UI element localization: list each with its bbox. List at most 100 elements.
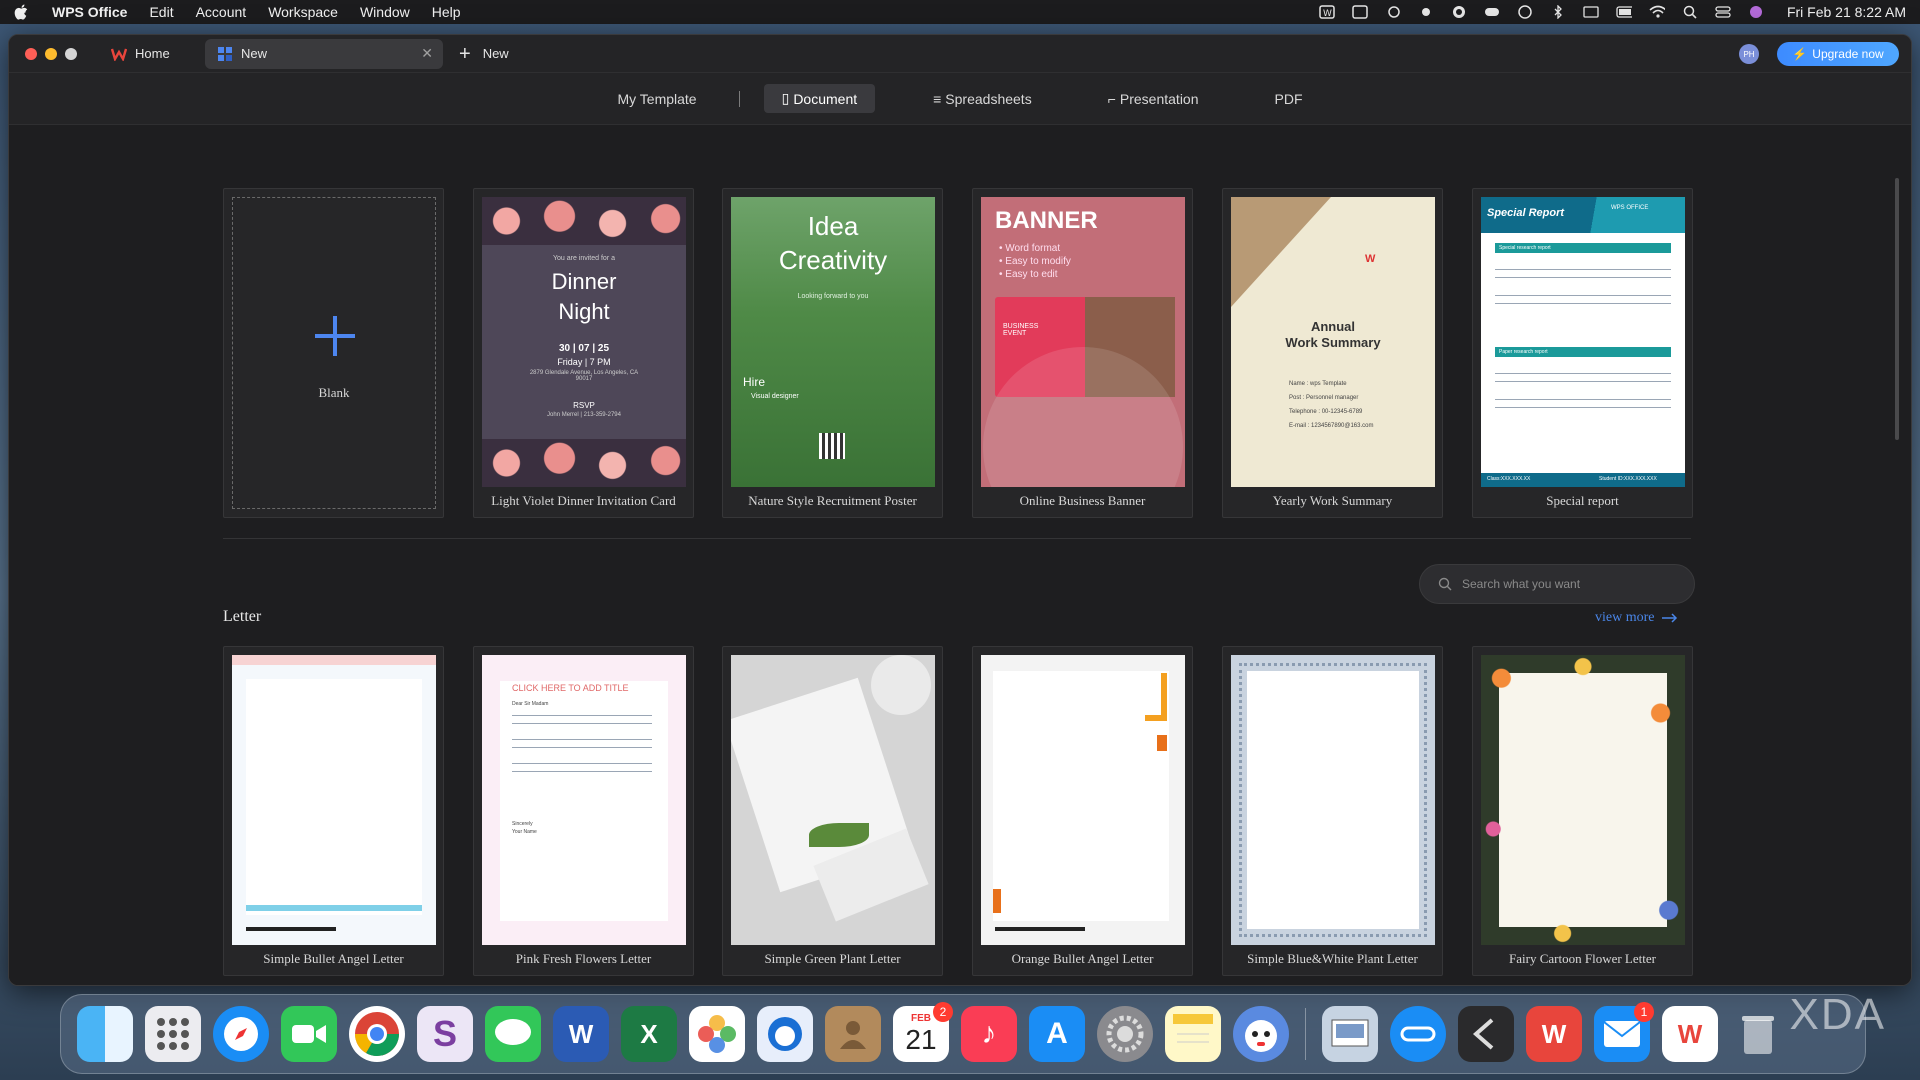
tab-new[interactable]: New ✕ — [205, 38, 443, 69]
plus-icon: + — [459, 42, 471, 65]
screenflow-icon[interactable]: S — [417, 1006, 473, 1062]
control-center-icon[interactable] — [1715, 5, 1731, 19]
leaf-image — [809, 823, 869, 847]
preview-icon[interactable] — [1322, 1006, 1378, 1062]
messages-icon[interactable] — [485, 1006, 541, 1062]
display-icon[interactable] — [1583, 5, 1599, 19]
excel-icon[interactable]: X — [621, 1006, 677, 1062]
template-card-nature[interactable]: Idea Creativity Looking forward to you H… — [722, 188, 943, 518]
siri-icon[interactable] — [1748, 5, 1764, 19]
avatar[interactable]: PH — [1739, 44, 1759, 64]
facetime-icon[interactable] — [281, 1006, 337, 1062]
safari-icon[interactable] — [213, 1006, 269, 1062]
template-card-annual[interactable]: W Annual Work Summary Name : wps Templat… — [1222, 188, 1443, 518]
system-settings-icon[interactable] — [1097, 1006, 1153, 1062]
tab-pdf[interactable]: PDF — [1257, 85, 1321, 113]
template-card-pink-flowers[interactable]: CLICK HERE TO ADD TITLE Dear Sir Madam S… — [473, 646, 694, 976]
apple-icon[interactable] — [14, 4, 30, 20]
thumb-text: Telephone : 00-12345-6789 — [1289, 409, 1363, 415]
template-card-green-plant[interactable]: Simple Green Plant Letter — [722, 646, 943, 976]
view-more-link[interactable]: view more — [1595, 610, 1678, 626]
menu-app-name[interactable]: WPS Office — [52, 4, 127, 20]
bulldog-app-icon[interactable] — [1233, 1006, 1289, 1062]
new-tab-button[interactable]: + New — [459, 44, 509, 64]
decorative-band — [232, 655, 436, 665]
word-icon[interactable]: W — [553, 1006, 609, 1062]
tab-presentation[interactable]: ⌐ Presentation — [1090, 85, 1217, 113]
arrow-right-icon — [1662, 613, 1678, 623]
wps-logo-icon: W — [1365, 253, 1376, 265]
mail-icon[interactable]: 1 — [1594, 1002, 1654, 1062]
svg-text:W: W — [1323, 9, 1332, 19]
brightness-icon[interactable] — [1418, 5, 1434, 19]
thumb-text: CLICK HERE TO ADD TITLE — [512, 683, 629, 693]
search-icon — [1438, 577, 1452, 591]
menu-window[interactable]: Window — [360, 4, 410, 20]
wps-tray-icon[interactable]: W — [1319, 5, 1335, 19]
upgrade-button[interactable]: ⚡ Upgrade now — [1777, 42, 1899, 66]
window-controls — [25, 47, 77, 60]
lightning-icon: ⚡ — [1792, 47, 1808, 61]
template-label: Pink Fresh Flowers Letter — [515, 951, 652, 966]
template-card-special[interactable]: Special Report WPS OFFICE Special resear… — [1472, 188, 1693, 518]
template-card-banner[interactable]: BANNER • Word format • Easy to modify • … — [972, 188, 1193, 518]
launchpad-icon[interactable] — [145, 1006, 201, 1062]
template-card-bullet-angel[interactable]: Simple Bullet Angel Letter — [223, 646, 444, 976]
chrome-icon[interactable] — [349, 1006, 405, 1062]
minimize-window-button[interactable] — [45, 47, 57, 60]
link-app-icon[interactable] — [1390, 1006, 1446, 1062]
tab-spreadsheets[interactable]: ≡ Spreadsheets — [915, 85, 1050, 113]
notes-icon[interactable] — [1165, 1006, 1221, 1062]
blank-label: Blank — [318, 385, 350, 400]
template-card-orange-bullet[interactable]: Orange Bullet Angel Letter — [972, 646, 1193, 976]
menu-edit[interactable]: Edit — [149, 4, 173, 20]
menu-clock[interactable]: Fri Feb 21 8:22 AM — [1787, 4, 1906, 20]
thumb-text: Name : wps Template — [1289, 381, 1347, 387]
calendar-icon[interactable]: FEB 21 2 — [893, 1002, 953, 1062]
presentation-icon: ⌐ — [1107, 90, 1116, 107]
vpn-icon[interactable] — [1517, 5, 1533, 19]
menu-help[interactable]: Help — [432, 4, 461, 20]
contacts-icon[interactable] — [825, 1006, 881, 1062]
template-thumbnail — [1231, 655, 1435, 945]
app-store-icon[interactable]: A — [1029, 1006, 1085, 1062]
photos-icon[interactable] — [689, 1006, 745, 1062]
bluetooth-icon[interactable] — [1550, 5, 1566, 19]
text-line — [512, 739, 652, 740]
tab-home[interactable]: Home — [99, 39, 199, 69]
template-thumbnail: CLICK HERE TO ADD TITLE Dear Sir Madam S… — [482, 655, 686, 945]
spotlight-search-icon[interactable] — [1682, 5, 1698, 19]
wifi-icon[interactable] — [1649, 5, 1665, 19]
tab-my-template[interactable]: My Template — [599, 85, 714, 113]
cloud-sync-icon[interactable] — [1385, 5, 1401, 19]
back-arrow-app-icon[interactable] — [1458, 1006, 1514, 1062]
text-line — [1495, 381, 1671, 382]
thunderbird-icon[interactable] — [757, 1006, 813, 1062]
menu-account[interactable]: Account — [196, 4, 247, 20]
battery-icon[interactable] — [1616, 5, 1632, 19]
menu-workspace[interactable]: Workspace — [268, 4, 338, 20]
text-line — [512, 747, 652, 748]
trash-icon[interactable] — [1730, 1006, 1786, 1062]
zoom-window-button[interactable] — [65, 47, 77, 60]
wps-dock-icon[interactable]: W — [1662, 1006, 1718, 1062]
close-window-button[interactable] — [25, 47, 37, 60]
scrollbar[interactable] — [1895, 178, 1899, 440]
search-input[interactable]: Search what you want — [1419, 564, 1695, 604]
close-tab-icon[interactable]: ✕ — [421, 45, 433, 62]
template-label: Simple Green Plant Letter — [764, 951, 901, 966]
grammarly-icon[interactable] — [1451, 5, 1467, 19]
tab-document[interactable]: ▯ Document — [763, 84, 876, 113]
template-card-fairy-flower[interactable]: Fairy Cartoon Flower Letter — [1472, 646, 1693, 976]
translate-icon[interactable] — [1352, 5, 1368, 19]
finder-icon[interactable] — [77, 1006, 133, 1062]
toggle-icon[interactable] — [1484, 5, 1500, 19]
thumb-text: Dear Sir Madam — [512, 701, 549, 707]
title-bar: Home New ✕ + New PH ⚡ Upgrade now — [9, 35, 1911, 73]
thumb-text: • Word format — [999, 243, 1061, 254]
wps-office-icon[interactable]: W — [1526, 1006, 1582, 1062]
template-card-dinner[interactable]: You are invited for a Dinner Night 30 | … — [473, 188, 694, 518]
template-card-blue-white-plant[interactable]: Simple Blue&White Plant Letter — [1222, 646, 1443, 976]
music-icon[interactable]: ♪ — [961, 1006, 1017, 1062]
blank-card[interactable]: Blank — [223, 188, 444, 518]
